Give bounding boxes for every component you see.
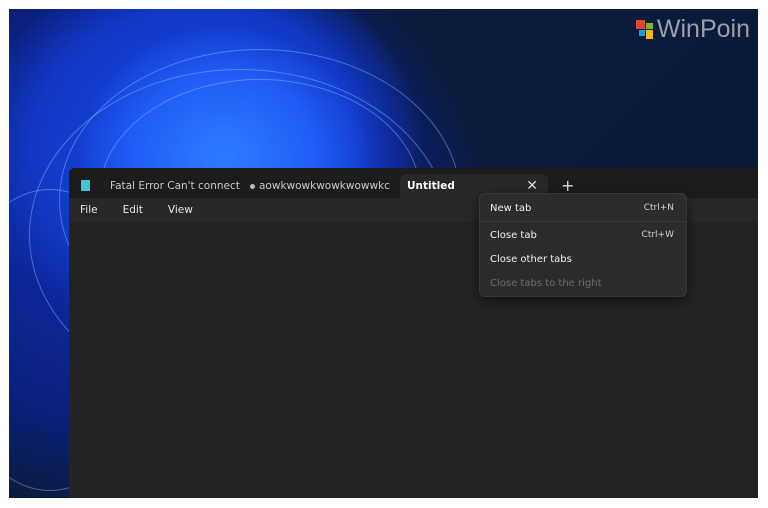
menu-view[interactable]: View [168, 204, 193, 216]
tab-label: Untitled [407, 180, 455, 192]
menu-item-close-tab[interactable]: Close tab Ctrl+W [490, 230, 674, 241]
menu-separator [480, 221, 686, 222]
unsaved-dot-icon [249, 183, 255, 189]
menu-file[interactable]: File [80, 204, 98, 216]
tab-label: Fatal Error Can't connect [110, 180, 240, 192]
menu-edit[interactable]: Edit [123, 204, 143, 216]
tab-label: aowkwowkwowkwowwkc [259, 180, 390, 192]
logo-squares-icon [635, 20, 653, 39]
tab-aowkwowk[interactable]: aowkwowkwowkwowwkc [259, 174, 405, 198]
logo-text: WinPoin [656, 15, 750, 43]
shortcut-label: Ctrl+N [643, 203, 674, 213]
tab-fatal-error[interactable]: Fatal Error Can't connect [110, 174, 255, 198]
screenshot-frame: WinPoin Fatal Error Can't connect aowkwo… [0, 0, 768, 508]
close-icon[interactable]: ✕ [526, 178, 538, 194]
notepad-icon [81, 180, 90, 191]
menu-item-close-other-tabs[interactable]: Close other tabs [490, 254, 674, 265]
winpoin-logo: WinPoin [635, 15, 750, 44]
tab-context-menu: New tab Ctrl+N Close tab Ctrl+W Close ot… [479, 193, 687, 297]
menu-item-new-tab[interactable]: New tab Ctrl+N [490, 203, 674, 214]
menu-item-label: New tab [490, 203, 532, 214]
shortcut-label: Ctrl+W [641, 230, 674, 240]
menu-item-label: Close tabs to the right [490, 278, 602, 289]
menu-item-close-tabs-right: Close tabs to the right [490, 278, 674, 289]
menu-item-label: Close other tabs [490, 254, 572, 265]
menu-item-label: Close tab [490, 230, 537, 241]
